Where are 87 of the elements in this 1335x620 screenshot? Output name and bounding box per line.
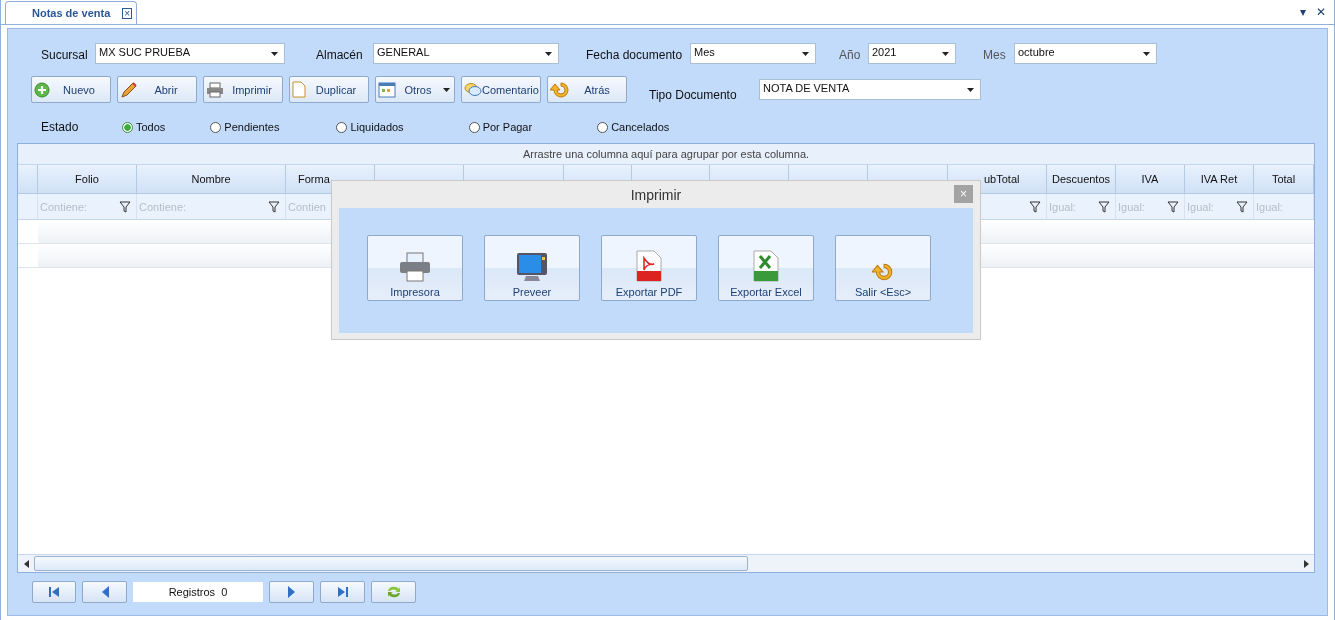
toolbar-button[interactable]: Atrás xyxy=(547,76,627,103)
next-button[interactable] xyxy=(269,581,314,603)
radio-button[interactable] xyxy=(336,121,348,133)
previous-button[interactable] xyxy=(82,581,127,603)
toolbar-button[interactable]: Comentario xyxy=(461,76,541,103)
back-arrow-icon xyxy=(550,80,570,99)
back-arrow-icon xyxy=(872,262,894,282)
radio-button[interactable] xyxy=(597,121,609,133)
radio-option[interactable]: Por Pagar xyxy=(468,121,533,133)
dropdown-field[interactable]: Mes xyxy=(690,42,816,64)
dialog-button[interactable]: Exportar Excel xyxy=(718,235,814,301)
column-header[interactable]: IVA Ret xyxy=(1185,165,1254,194)
dialog-button[interactable]: Exportar PDF xyxy=(601,235,697,301)
dropdown-field[interactable]: octubre xyxy=(1014,42,1157,64)
tab-title: Notas de venta xyxy=(32,7,111,19)
toolbar-button[interactable]: Abrir xyxy=(117,76,197,103)
radio-option[interactable]: Pendientes xyxy=(210,121,280,133)
tab-close-button[interactable]: × xyxy=(122,7,133,19)
caret-icon xyxy=(545,51,552,56)
header-corner xyxy=(18,165,38,194)
spreadsheet-file-icon xyxy=(753,250,779,282)
field-label: Almacén xyxy=(316,47,364,62)
dialog-button[interactable]: Preveer xyxy=(484,235,580,301)
dropdown-field[interactable]: GENERAL xyxy=(373,42,559,64)
previous-icon xyxy=(100,586,109,598)
dropdown-field[interactable]: NOTA DE VENTA xyxy=(759,79,981,100)
caret-icon xyxy=(443,88,450,92)
funnel-icon xyxy=(119,200,131,213)
last-button[interactable] xyxy=(320,581,365,603)
radio-option[interactable]: Liquidados xyxy=(336,121,404,133)
calendar-icon xyxy=(378,81,396,98)
caret-icon xyxy=(1143,51,1150,56)
caret-icon xyxy=(942,51,949,56)
filter-corner xyxy=(18,194,38,220)
dropdown-field[interactable]: MX SUC PRUEBA xyxy=(95,42,285,64)
printer-icon xyxy=(399,252,431,282)
close-button[interactable]: ✕ xyxy=(1316,5,1326,19)
radio-option[interactable]: Todos xyxy=(122,121,166,133)
toolbar-button[interactable]: Nuevo xyxy=(31,76,111,103)
field-label: Fecha documento xyxy=(586,47,684,62)
dropdown-button[interactable]: ▾ xyxy=(1300,5,1306,19)
field-label: Estado xyxy=(41,120,80,134)
caret-icon xyxy=(802,51,809,56)
radio-button[interactable] xyxy=(122,121,133,133)
speech-bubbles-icon xyxy=(464,81,482,98)
radio-button[interactable] xyxy=(210,121,222,133)
column-header[interactable]: Descuentos xyxy=(1047,165,1116,194)
funnel-icon xyxy=(1029,200,1041,213)
funnel-icon xyxy=(1098,200,1110,213)
monitor-icon xyxy=(516,252,548,282)
last-icon xyxy=(336,586,349,598)
printer-icon xyxy=(206,81,224,98)
dialog-title: Imprimir xyxy=(630,186,682,203)
field-label: Sucursal xyxy=(41,47,89,62)
funnel-icon xyxy=(1236,200,1248,213)
pdf-file-icon xyxy=(636,250,662,282)
dropdown-field[interactable]: 2021 xyxy=(868,42,956,64)
caret-icon xyxy=(271,51,278,56)
record-count: Registros 0 xyxy=(133,582,263,602)
group-hint: Arrastre una columna aquí para agrupar por esta columna. xyxy=(522,148,810,160)
dialog-button[interactable]: Salir <Esc> xyxy=(835,235,931,301)
plus-icon xyxy=(34,81,50,98)
scrollbar-thumb[interactable] xyxy=(34,556,748,571)
toolbar-button[interactable]: Otros xyxy=(375,76,455,103)
column-header[interactable]: IVA xyxy=(1116,165,1185,194)
field-label: Mes xyxy=(983,47,1007,62)
funnel-icon xyxy=(268,200,280,213)
column-header[interactable]: Nombre xyxy=(137,165,286,194)
toolbar-button[interactable]: Imprimir xyxy=(203,76,283,103)
field-label: Tipo Documento xyxy=(649,86,738,102)
document-icon xyxy=(292,81,306,98)
column-header[interactable]: Folio xyxy=(38,165,137,194)
funnel-icon xyxy=(1167,200,1179,213)
toolbar-button[interactable]: Duplicar xyxy=(289,76,369,103)
pencil-icon xyxy=(120,80,138,99)
dialog-button[interactable]: Impresora xyxy=(367,235,463,301)
first-button[interactable] xyxy=(32,581,76,603)
field-label: Año xyxy=(839,47,862,62)
radio-button[interactable] xyxy=(468,121,480,133)
first-icon xyxy=(48,586,60,598)
refresh-button[interactable] xyxy=(371,581,416,603)
radio-option[interactable]: Cancelados xyxy=(597,121,670,133)
refresh-icon xyxy=(385,585,402,599)
next-icon xyxy=(287,586,296,598)
caret-icon xyxy=(967,88,974,92)
document-tab[interactable]: Notas de venta × xyxy=(5,1,138,24)
column-header[interactable]: Total xyxy=(1254,165,1314,194)
